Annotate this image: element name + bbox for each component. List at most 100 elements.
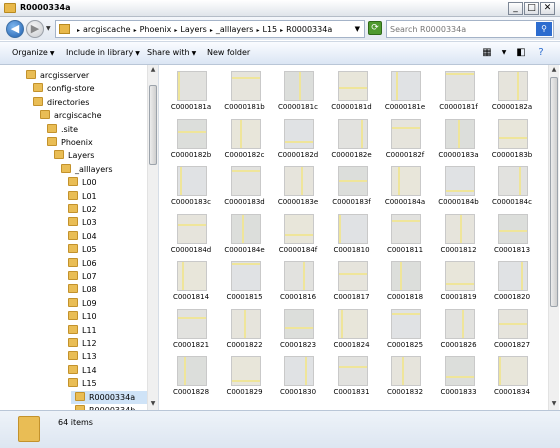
breadcrumb-separator-icon[interactable]: ▸ [174,27,177,34]
tree-item[interactable]: L03 [68,216,97,229]
breadcrumb-separator-icon[interactable]: ▸ [280,27,283,34]
tree-item[interactable]: _alllayers [61,163,113,176]
breadcrumb-item[interactable]: arcgiscache [83,25,131,34]
file-tile[interactable]: C0001811 [379,210,431,258]
file-tile[interactable]: C0001829 [219,352,271,400]
tree-item[interactable]: Layers [54,149,94,162]
file-tile[interactable]: C0000182b [165,115,217,163]
search-input[interactable] [390,23,530,35]
file-tile[interactable]: C0000183a [433,115,485,163]
file-tile[interactable]: C0001826 [433,305,485,353]
tree-item[interactable]: L00 [68,176,97,189]
file-tile[interactable]: C0001831 [326,352,378,400]
file-tile[interactable]: C0001820 [486,257,538,305]
scrollbar-thumb[interactable] [149,85,157,165]
file-tile[interactable]: C0000184c [486,162,538,210]
breadcrumb-separator-icon[interactable]: ▸ [134,27,137,34]
tree-item[interactable]: L15 [68,377,97,390]
file-tile[interactable]: C0000182f [379,115,431,163]
tree-item[interactable]: L10 [68,310,97,323]
forward-button[interactable]: ▶ [26,20,44,38]
tree-item[interactable]: L13 [68,350,97,363]
refresh-button[interactable]: ⟳ [368,21,382,35]
file-tile[interactable]: C0001815 [219,257,271,305]
organize-button[interactable]: Organize ▼ [12,48,54,57]
tree-item[interactable]: L07 [68,270,97,283]
search-box[interactable]: ⚲ [386,20,554,38]
chevron-down-icon[interactable]: ▼ [497,47,511,59]
file-tile[interactable]: C0001817 [326,257,378,305]
scroll-up-icon[interactable]: ▲ [148,65,158,75]
chevron-down-icon[interactable]: ▼ [355,25,360,33]
breadcrumb-separator-icon[interactable]: ▸ [77,27,80,34]
close-button[interactable]: ✕ [540,2,555,15]
tree-item[interactable]: L08 [68,283,97,296]
search-icon[interactable]: ⚲ [536,22,552,36]
scroll-down-icon[interactable]: ▼ [148,399,158,409]
tree-item[interactable]: L11 [68,324,97,337]
file-tile[interactable]: C0000184b [433,162,485,210]
breadcrumb-separator-icon[interactable]: ▸ [256,27,259,34]
file-tile[interactable]: C0001810 [326,210,378,258]
breadcrumb-separator-icon[interactable]: ▸ [210,27,213,34]
file-tile[interactable]: C0000182c [219,115,271,163]
file-tile[interactable]: C0001814 [165,257,217,305]
tree-item[interactable]: L14 [68,364,97,377]
back-button[interactable]: ◀ [6,20,24,38]
file-tile[interactable]: C0001827 [486,305,538,353]
file-tile[interactable]: C0001830 [272,352,324,400]
file-tile[interactable]: C0000184d [165,210,217,258]
navigation-scrollbar[interactable]: ▲ ▼ [147,65,158,410]
file-tile[interactable]: C0000182a [486,67,538,115]
tree-item[interactable]: Phoenix [47,136,93,149]
breadcrumb-item[interactable]: Layers [180,25,206,34]
preview-pane-icon[interactable]: ◧ [514,47,528,59]
file-tile[interactable]: C0000181c [272,67,324,115]
file-tile[interactable]: C0000184a [379,162,431,210]
breadcrumb-item[interactable]: Phoenix [140,25,172,34]
file-tile[interactable]: C0000181d [326,67,378,115]
include-in-library-button[interactable]: Include in library ▼ [66,48,140,57]
share-with-button[interactable]: Share with ▼ [147,48,196,57]
tree-item[interactable]: L01 [68,190,97,203]
recent-pages-dropdown[interactable]: ▼ [46,25,51,32]
file-tile[interactable]: C0001834 [486,352,538,400]
file-tile[interactable]: C0001825 [379,305,431,353]
file-tile[interactable]: C0000183b [486,115,538,163]
file-tile[interactable]: C0000183d [219,162,271,210]
tree-item[interactable]: .site [47,123,78,136]
breadcrumb-item[interactable]: _alllayers [216,25,254,34]
breadcrumb[interactable]: ▸ arcgiscache ▸ Phoenix ▸ Layers ▸ _alllayers ▸ L… [55,20,365,38]
breadcrumb-item[interactable]: L15 [262,25,277,34]
file-tile[interactable]: C0001833 [433,352,485,400]
tree-item[interactable]: L06 [68,257,97,270]
file-tile[interactable]: C0001824 [326,305,378,353]
content-scrollbar[interactable]: ▲ ▼ [548,65,559,410]
scrollbar-thumb[interactable] [550,77,558,307]
view-options-icon[interactable]: ▦ [480,47,494,59]
file-tile[interactable]: C0001816 [272,257,324,305]
maximize-button[interactable]: □ [524,2,539,15]
file-tile[interactable]: C0000184e [219,210,271,258]
help-icon[interactable]: ? [534,47,548,59]
tree-item[interactable]: L05 [68,243,97,256]
file-tile[interactable]: C0001823 [272,305,324,353]
file-tile[interactable]: C0001832 [379,352,431,400]
file-tile[interactable]: C0001828 [165,352,217,400]
minimize-button[interactable]: _ [508,2,523,15]
breadcrumb-item[interactable]: R0000334a [286,25,332,34]
tree-item[interactable]: arcgisserver [26,69,89,82]
file-tile[interactable]: C0000182d [272,115,324,163]
scroll-up-icon[interactable]: ▲ [549,65,559,75]
file-tile[interactable]: C0001819 [433,257,485,305]
tree-item[interactable]: R0000334a [71,390,147,404]
file-tile[interactable]: C0000181a [165,67,217,115]
tree-item[interactable]: L02 [68,203,97,216]
file-tile[interactable]: C0000183c [165,162,217,210]
file-tile[interactable]: C0000183f [326,162,378,210]
file-tile[interactable]: C0000184f [272,210,324,258]
file-tile[interactable]: C0001813 [486,210,538,258]
file-tile[interactable]: C0001821 [165,305,217,353]
tree-item[interactable]: L09 [68,297,97,310]
tree-item[interactable]: L12 [68,337,97,350]
